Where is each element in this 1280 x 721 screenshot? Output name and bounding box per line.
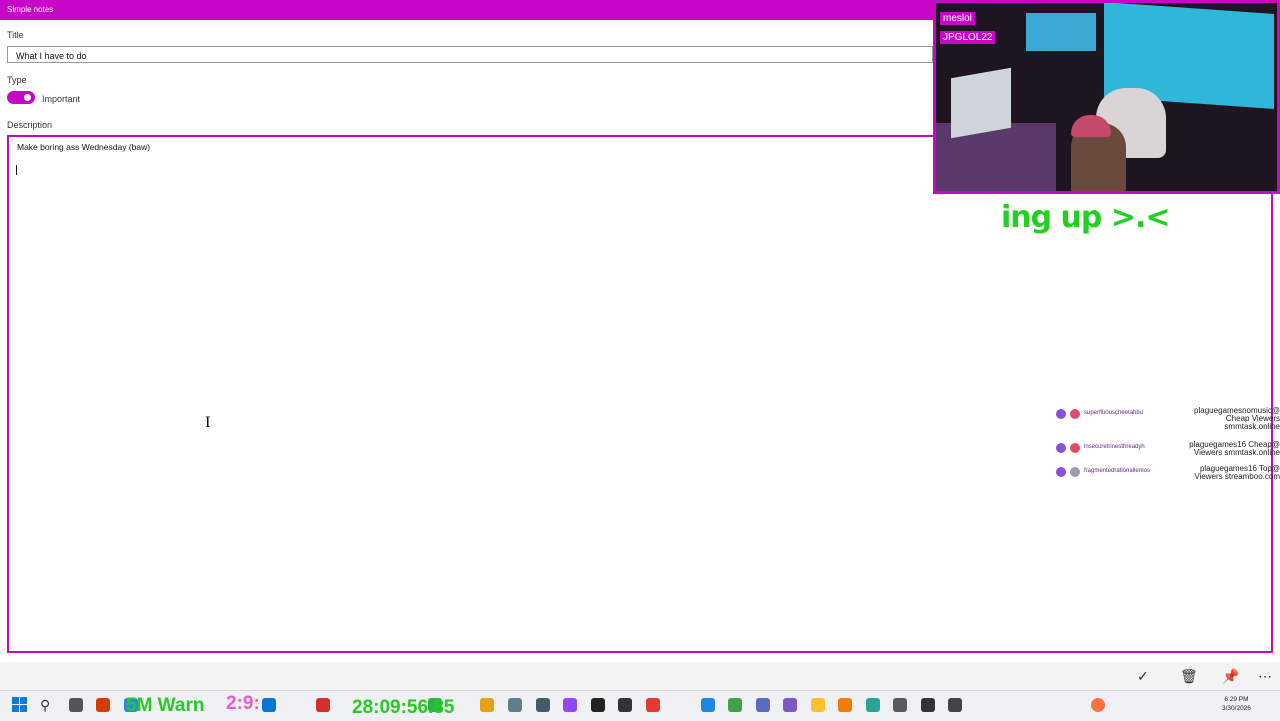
ibeam-cursor-icon: I	[205, 415, 211, 431]
overlay-text: 28:09:56.85	[352, 697, 455, 718]
description-text: Make boring ass Wednesday (baw)	[17, 142, 151, 152]
more-icon[interactable]: ⋯	[1258, 668, 1272, 685]
chat-overlay: superfluouscheetahbu plaguegamesnomusic@…	[1056, 407, 1280, 485]
title-label: Title	[7, 30, 24, 40]
chat-user: fragmentedratlonallemos	[1084, 468, 1151, 474]
description-label: Description	[7, 120, 53, 130]
search-icon[interactable]: ⚲	[40, 697, 50, 714]
clock-date: 3/30/2026	[1222, 705, 1251, 712]
badge-icon	[1056, 467, 1066, 477]
chat-user: lnsecuretrinesthreadyh	[1084, 444, 1145, 450]
notepad-icon[interactable]	[893, 698, 907, 712]
pin-icon[interactable]: 📌	[1222, 668, 1239, 685]
monitor-small	[1026, 13, 1096, 51]
windows-start-icon[interactable]	[12, 697, 28, 713]
stream-banner-text: ing up >.<	[1001, 200, 1171, 235]
trash-icon[interactable]: 🗑	[1180, 668, 1198, 685]
avatar-icon	[1070, 443, 1080, 453]
title-input[interactable]: What I have to do	[7, 46, 933, 63]
app-icon[interactable]	[591, 698, 605, 712]
notification-icon[interactable]	[1091, 698, 1105, 712]
app-icon[interactable]	[96, 698, 110, 712]
social-tag-1: meslol	[940, 12, 975, 25]
toggle-label: Important	[42, 94, 81, 104]
chat-message: superfluouscheetahbu plaguegamesnomusic@…	[1056, 407, 1280, 433]
app-icon[interactable]	[480, 698, 494, 712]
app-title: Simple notes	[7, 5, 54, 14]
overlay-text: 5M Warn	[126, 695, 205, 716]
app-icon[interactable]	[316, 698, 330, 712]
app-icon[interactable]	[838, 698, 852, 712]
monitor-side	[951, 67, 1011, 139]
webcam-overlay: meslol JPGLOL22	[933, 0, 1280, 194]
chat-text: plaguegamesnomusic@ Cheap Viewers smmtas…	[1194, 406, 1280, 431]
chat-text: plaguegames16 Top@ Viewers streamboo.com	[1194, 464, 1280, 481]
app-icon[interactable]	[948, 698, 962, 712]
overlay-text: 2:9:	[226, 693, 260, 714]
app-icon[interactable]	[866, 698, 880, 712]
app-icon[interactable]	[618, 698, 632, 712]
app-icon[interactable]	[646, 698, 660, 712]
badge-icon	[1056, 409, 1066, 419]
app-icon[interactable]	[536, 698, 550, 712]
avatar-icon	[1070, 409, 1080, 419]
app-icon[interactable]	[563, 698, 577, 712]
app-icon[interactable]	[262, 698, 276, 712]
chat-message: fragmentedratlonallemos plaguegames16 To…	[1056, 465, 1280, 491]
task-view-icon[interactable]	[69, 698, 83, 712]
type-label: Type	[7, 75, 27, 85]
system-clock[interactable]: 6:29 PM 3/30/2026	[1222, 695, 1251, 713]
toggle-knob	[24, 94, 31, 101]
important-toggle[interactable]	[7, 91, 35, 104]
app-icon[interactable]	[508, 698, 522, 712]
badge-icon	[1056, 443, 1066, 453]
avatar-icon	[1070, 467, 1080, 477]
social-tag-2: JPGLOL22	[940, 31, 996, 44]
chrome-icon[interactable]	[811, 698, 825, 712]
app-icon[interactable]	[756, 698, 770, 712]
clock-time: 6:29 PM	[1224, 696, 1249, 703]
text-caret	[16, 165, 17, 175]
chat-user: superfluouscheetahbu	[1084, 410, 1144, 416]
app-icon[interactable]	[728, 698, 742, 712]
app-icon[interactable]	[701, 698, 715, 712]
check-icon[interactable]: ✓	[1137, 668, 1149, 685]
command-bar	[0, 662, 1280, 690]
app-icon[interactable]	[921, 698, 935, 712]
chat-text: plaguegames16 Cheap@ Viewers smmtask.onl…	[1189, 440, 1280, 457]
app-icon[interactable]	[783, 698, 797, 712]
